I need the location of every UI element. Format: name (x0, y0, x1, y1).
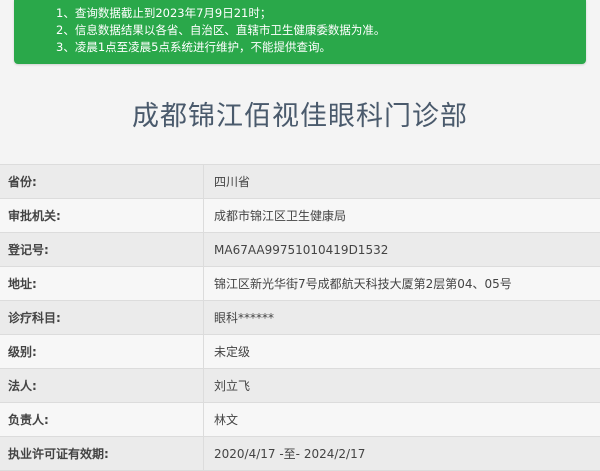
detail-label: 级别: (0, 335, 204, 368)
detail-value: 刘立飞 (214, 379, 251, 393)
detail-label: 法人: (0, 369, 204, 402)
detail-value: 未定级 (214, 345, 251, 359)
detail-value: 林文 (214, 413, 239, 427)
detail-value: 眼科****** (214, 311, 275, 325)
detail-row-person-in-charge: 负责人: 林文 (0, 403, 600, 437)
detail-value: 成都市锦江区卫生健康局 (214, 209, 347, 223)
detail-label: 地址: (0, 267, 204, 300)
detail-row-legal-representative: 法人: 刘立飞 (0, 369, 600, 403)
notice-line: 3、凌晨1点至凌晨5点系统进行维护，不能提供查询。 (56, 40, 331, 54)
detail-label: 省份: (0, 165, 204, 198)
detail-label: 负责人: (0, 403, 204, 436)
detail-value: MA67AA99751010419D1532 (214, 242, 389, 257)
detail-row-approval-authority: 审批机关: 成都市锦江区卫生健康局 (0, 199, 600, 233)
detail-label: 登记号: (0, 233, 204, 266)
detail-label: 审批机关: (0, 199, 204, 232)
detail-label: 执业许可证有效期: (0, 437, 204, 470)
detail-label: 诊疗科目: (0, 301, 204, 334)
detail-row-address: 地址: 锦江区新光华街7号成都航天科技大厦第2层第04、05号 (0, 267, 600, 301)
detail-row-license-validity: 执业许可证有效期: 2020/4/17 -至- 2024/2/17 (0, 437, 600, 471)
detail-value: 2020/4/17 -至- 2024/2/17 (214, 447, 366, 461)
details-table: 省份: 四川省 审批机关: 成都市锦江区卫生健康局 登记号: MA67AA997… (0, 164, 600, 471)
detail-row-departments: 诊疗科目: 眼科****** (0, 301, 600, 335)
detail-value: 锦江区新光华街7号成都航天科技大厦第2层第04、05号 (214, 277, 512, 291)
detail-row-province: 省份: 四川省 (0, 165, 600, 199)
detail-row-registration-number: 登记号: MA67AA99751010419D1532 (0, 233, 600, 267)
notice-line: 2、信息数据结果以各省、自治区、直辖市卫生健康委数据为准。 (56, 23, 386, 37)
detail-value: 四川省 (214, 175, 251, 189)
page-title: 成都锦江佰视佳眼科门诊部 (132, 101, 468, 132)
notice-banner: 1、查询数据截止到2023年7月9日21时； 2、信息数据结果以各省、自治区、直… (14, 0, 586, 64)
notice-line: 1、查询数据截止到2023年7月9日21时； (56, 6, 272, 20)
detail-row-level: 级别: 未定级 (0, 335, 600, 369)
